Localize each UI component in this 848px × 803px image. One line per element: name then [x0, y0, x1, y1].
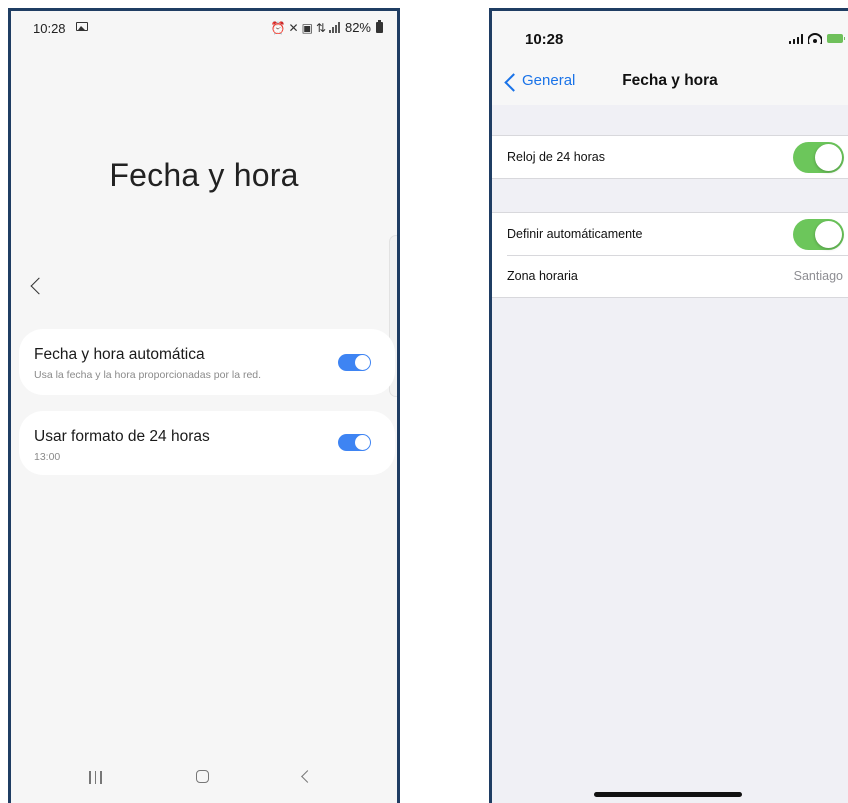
row-set-automatically[interactable]: Definir automáticamente [492, 213, 848, 255]
status-time: 10:28 [33, 21, 66, 36]
set-automatically-toggle[interactable] [793, 219, 844, 250]
recent-apps-icon[interactable] [89, 771, 102, 784]
alarm-icon: ⏰ [270, 20, 286, 35]
signal-icon [328, 22, 340, 33]
nav-title: Fecha y hora [622, 72, 718, 89]
settings-group-clock: Reloj de 24 horas [492, 135, 848, 179]
battery-icon [376, 20, 383, 33]
24-hour-format-toggle[interactable] [338, 434, 371, 451]
android-status-bar: 10:28 ⏰ ✕ ▣ ⇅ 82% [11, 11, 397, 45]
status-icons: ⏰ ✕ ▣ ⇅ 82% [271, 20, 383, 35]
setting-24-hour-format[interactable]: Usar formato de 24 horas 13:00 [19, 411, 395, 475]
android-screen: 10:28 ⏰ ✕ ▣ ⇅ 82% Fecha y hora Fecha y h… [8, 8, 400, 803]
wifi-icon [808, 33, 822, 44]
ios-header: 10:28 General Fecha y hora [492, 11, 848, 105]
android-nav-bar [11, 755, 397, 803]
automatic-date-time-toggle[interactable] [338, 354, 371, 371]
setting-title: Usar formato de 24 horas [34, 428, 210, 445]
row-label: Definir automáticamente [507, 227, 643, 241]
nav-back-icon[interactable] [301, 770, 314, 783]
24-hour-clock-toggle[interactable] [793, 142, 844, 173]
back-arrow-icon[interactable] [30, 277, 48, 295]
network-type-icon: ⇅ [315, 20, 326, 35]
row-24-hour-clock[interactable]: Reloj de 24 horas [492, 136, 848, 178]
row-label: Reloj de 24 horas [507, 150, 605, 164]
signal-icon [788, 33, 803, 44]
gallery-notification-icon [76, 22, 88, 31]
battery-charging-icon [827, 34, 845, 43]
status-time: 10:28 [525, 31, 564, 48]
home-icon[interactable] [196, 770, 209, 783]
mute-icon: ✕ [288, 20, 299, 35]
row-time-zone[interactable]: Zona horaria Santiago [492, 255, 848, 297]
battery-percent: 82% [344, 20, 371, 35]
setting-automatic-date-time[interactable]: Fecha y hora automática Usa la fecha y l… [19, 329, 395, 395]
setting-subtitle: Usa la fecha y la hora proporcionadas po… [34, 369, 262, 381]
row-value: Santiago [793, 269, 843, 283]
setting-title: Fecha y hora automática [34, 346, 205, 363]
home-indicator[interactable] [594, 792, 742, 797]
status-icons [788, 33, 845, 44]
settings-group-time-zone: Definir automáticamente Zona horaria San… [492, 212, 848, 298]
setting-subtitle: 13:00 [34, 451, 61, 463]
page-title: Fecha y hora [109, 157, 299, 193]
data-saver-icon: ▣ [301, 20, 313, 35]
row-label: Zona horaria [507, 269, 578, 283]
ios-screen: 10:28 General Fecha y hora Reloj de 24 h… [489, 8, 848, 803]
